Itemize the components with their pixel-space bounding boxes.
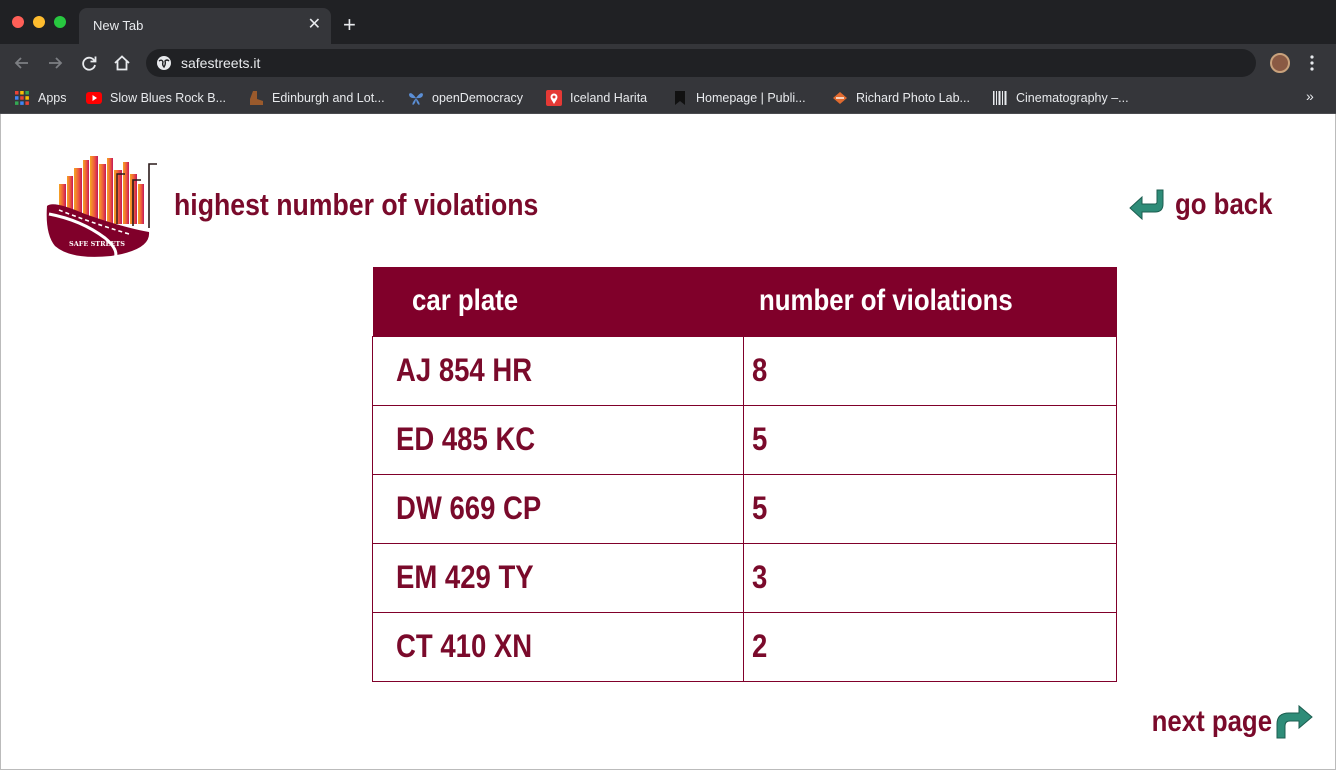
violations-count-cell: 8 bbox=[743, 335, 1117, 406]
forward-arrow-icon[interactable] bbox=[44, 52, 66, 74]
table-row[interactable]: AJ 854 HR 8 bbox=[371, 335, 1117, 406]
header-number-of-violations: number of violations bbox=[743, 267, 1117, 336]
bookmark-cinematography[interactable]: Cinematography –... bbox=[992, 89, 1129, 107]
diamond-icon bbox=[833, 92, 847, 104]
profile-avatar[interactable] bbox=[1270, 53, 1290, 73]
table-header-row: car plate number of violations bbox=[372, 267, 1117, 336]
bookmark-homepage[interactable]: Homepage | Publi... bbox=[672, 89, 806, 107]
safe-streets-logo: SAFE STREETS bbox=[46, 156, 157, 258]
violations-table: car plate number of violations AJ 854 HR… bbox=[371, 267, 1117, 682]
violations-count-cell: 3 bbox=[743, 542, 1117, 613]
menu-kebab-icon[interactable] bbox=[1305, 52, 1319, 74]
go-back-label: go back bbox=[1175, 188, 1273, 221]
bookmark-slow-blues[interactable]: Slow Blues Rock B... bbox=[86, 89, 226, 107]
forward-arrow-icon bbox=[1276, 704, 1313, 739]
maximize-window-button[interactable] bbox=[54, 16, 66, 28]
browser-toolbar: safestreets.it bbox=[0, 44, 1336, 82]
bookmarks-overflow-button[interactable]: » bbox=[1306, 88, 1314, 104]
bookmark-iceland-harita[interactable]: Iceland Harita bbox=[546, 89, 647, 107]
bookmark-label: Richard Photo Lab... bbox=[856, 91, 970, 105]
browser-tab[interactable]: New Tab ✕ bbox=[79, 8, 331, 44]
car-plate-cell: CT 410 XN bbox=[371, 611, 745, 682]
butterfly-icon bbox=[409, 93, 423, 105]
page-title: highest number of violations bbox=[174, 187, 539, 222]
bookmark-label: Slow Blues Rock B... bbox=[110, 91, 227, 105]
bookmark-richard-photo[interactable]: Richard Photo Lab... bbox=[832, 89, 970, 107]
map-pin-icon bbox=[546, 90, 562, 106]
globe-icon bbox=[157, 56, 171, 70]
table-row[interactable]: CT 410 XN 2 bbox=[371, 611, 1117, 682]
browser-chrome: New Tab ✕ + safestreets.it Apps Slow Blu… bbox=[0, 0, 1336, 114]
bookmark-label: Edinburgh and Lot... bbox=[272, 91, 385, 105]
reload-icon[interactable] bbox=[78, 52, 100, 74]
new-tab-button[interactable]: + bbox=[343, 12, 356, 38]
bookmark-edinburgh[interactable]: Edinburgh and Lot... bbox=[248, 89, 385, 107]
bookmark-opendemocracy[interactable]: openDemocracy bbox=[408, 89, 523, 107]
bookmark-apps[interactable]: Apps bbox=[14, 89, 67, 107]
home-icon[interactable] bbox=[111, 52, 133, 74]
barcode-icon bbox=[993, 91, 1007, 105]
table-row[interactable]: EM 429 TY 3 bbox=[371, 542, 1117, 613]
bookmark-label: openDemocracy bbox=[432, 91, 524, 105]
car-plate-cell: AJ 854 HR bbox=[371, 335, 745, 406]
apps-grid-icon bbox=[15, 91, 29, 105]
car-plate-cell: ED 485 KC bbox=[371, 404, 745, 475]
youtube-icon bbox=[86, 92, 102, 104]
tab-title: New Tab bbox=[93, 18, 144, 33]
next-page-button[interactable]: next page bbox=[1132, 704, 1314, 740]
bookmark-label: Iceland Harita bbox=[570, 91, 648, 105]
tab-close-icon[interactable]: ✕ bbox=[308, 15, 321, 35]
bookmark-label: Homepage | Publi... bbox=[696, 91, 806, 105]
url-text[interactable]: safestreets.it bbox=[181, 55, 260, 71]
bookmarks-bar: Apps Slow Blues Rock B... Edinburgh and … bbox=[0, 82, 1336, 114]
go-back-button[interactable]: go back bbox=[1129, 188, 1288, 222]
page-content: SAFE STREETS highest number of violation… bbox=[0, 114, 1336, 770]
next-page-label: next page bbox=[1151, 705, 1273, 738]
back-arrow-icon[interactable] bbox=[11, 52, 33, 74]
bookmark-label: Apps bbox=[38, 91, 67, 105]
violations-count-cell: 5 bbox=[743, 473, 1117, 544]
minimize-window-button[interactable] bbox=[33, 16, 45, 28]
bookmark-label: Cinematography –... bbox=[1016, 91, 1129, 105]
header-car-plate: car plate bbox=[372, 267, 744, 336]
return-arrow-icon bbox=[1129, 189, 1164, 221]
table-row[interactable]: DW 669 CP 5 bbox=[371, 473, 1117, 544]
tab-strip: New Tab ✕ + bbox=[0, 0, 1336, 44]
car-plate-cell: EM 429 TY bbox=[371, 542, 745, 613]
close-window-button[interactable] bbox=[12, 16, 24, 28]
logo-text: SAFE STREETS bbox=[69, 240, 125, 248]
address-bar[interactable]: safestreets.it bbox=[146, 49, 1256, 77]
violations-count-cell: 5 bbox=[743, 404, 1117, 475]
violations-count-cell: 2 bbox=[743, 611, 1117, 682]
car-plate-cell: DW 669 CP bbox=[371, 473, 745, 544]
bookmark-icon bbox=[675, 91, 685, 105]
table-row[interactable]: ED 485 KC 5 bbox=[371, 404, 1117, 475]
boot-icon bbox=[250, 91, 263, 105]
